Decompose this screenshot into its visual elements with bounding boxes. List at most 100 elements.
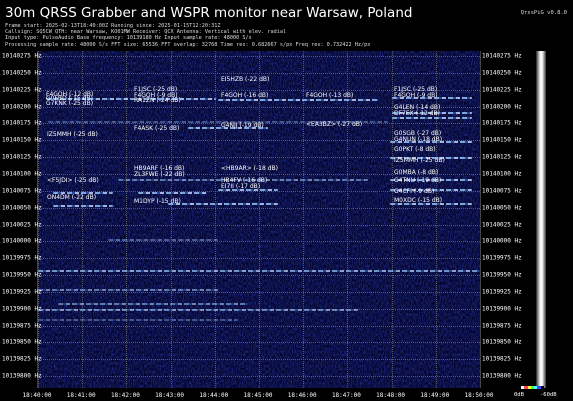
y-tick-label-left: 10140225 Hz [2,86,42,94]
x-tick-label: 18:46:00 [287,392,317,399]
grid-line-vertical [391,51,393,388]
y-tick-label-right: 10140000 Hz [482,237,522,245]
y-tick-label-right: 10140150 Hz [482,136,522,144]
info-block: Frame start: 2025-02-13T18:40:00Z Runnin… [5,23,370,48]
y-tick-label-right: 10140025 Hz [482,221,522,228]
y-tick-label-left: 10140175 Hz [2,119,42,127]
signal-label: DF7EX (-12 dB) [394,110,441,117]
y-tick-label-left: 10139800 Hz [2,372,42,380]
grid-line-vertical [259,51,260,388]
signal-label: G0PKT (-8 dB) [394,146,436,153]
y-tick-label-left: 10139925 Hz [2,288,42,296]
y-tick-label-left: 10140250 Hz [2,69,42,77]
y-tick-label-right: 10140275 Hz [482,52,522,60]
signal-label: F4GOH (-9 dB) [394,92,438,99]
x-tick-label: 18:47:00 [331,392,361,399]
y-tick-label-right: 10140075 Hz [482,187,522,195]
y-tick-label-left: 10139825 Hz [2,355,42,363]
signal-trace [38,319,238,321]
y-tick-label-left: 10140100 Hz [2,170,42,178]
y-tick-label-right: 10139850 Hz [482,338,522,346]
signal-trace [38,270,480,272]
scale-left-label: 0dB [514,392,524,398]
x-tick-label: 18:49:00 [420,392,450,399]
y-tick-label-left: 10140200 Hz [2,103,42,111]
y-tick-label-right: 10140250 Hz [482,69,522,77]
y-tick-label-right: 10139875 Hz [482,322,522,330]
signal-label: <EA3BZ> (-27 dB) [306,121,363,128]
signal-label: ON4DM (-22 dB) [47,194,97,201]
y-tick-label-left: 10139850 Hz [2,338,42,346]
signal-label: G0MBA (-8 dB) [394,169,439,176]
y-tick-label-left: 10140000 Hz [2,237,42,245]
signal-label: M1DYP (-15 dB) [134,198,181,205]
version-label: QrssPiG v0.8.0 [520,10,567,16]
signal-label: ZL3FWE (-22 dB) [134,171,185,178]
grid-line-vertical [126,51,128,388]
y-tick-label-right: 10139925 Hz [482,288,522,296]
signal-label: <HB9AR> (-18 dB) [221,165,278,172]
y-tick-label-left: 10139900 Hz [2,305,42,313]
y-tick-label-left: 10140125 Hz [2,153,42,161]
signal-trace [108,239,218,241]
signal-label: M0XDC (-15 dB) [394,197,443,204]
y-tick-label-left: 10139875 Hz [2,322,42,330]
x-tick-label: 18:50:00 [464,392,494,399]
signal-label: F4ASK (-25 dB) [134,125,180,132]
x-tick-label: 18:44:00 [199,392,229,399]
y-tick-label-right: 10140200 Hz [482,103,522,111]
y-tick-label-left: 10140075 Hz [2,187,42,195]
signal-label: G4CFI (-9 dB) [394,188,435,195]
scale-right-label: -60dB [540,392,557,398]
signal-trace [53,205,113,207]
signal-label: EI7II (-17 dB) [221,183,261,190]
color-scale-bar [521,386,544,389]
x-tick-label: 18:45:00 [243,392,273,399]
signal-trace [218,99,378,101]
y-tick-label-right: 10139900 Hz [482,305,522,313]
grid-line-vertical [214,51,216,388]
y-tick-label-right: 10139800 Hz [482,372,522,380]
grid-line-vertical [480,51,481,388]
info-line: Processing sample rate: 48000 S/s FFT si… [5,41,371,48]
signal-label: G7KNK (-25 dB) [46,100,94,107]
x-tick-label: 18:43:00 [155,392,185,399]
y-tick-label-right: 10139825 Hz [482,355,522,363]
x-tick-label: 18:40:00 [22,392,52,399]
signal-label: G4NJJ (-19 dB) [221,122,264,129]
page-title: 30m QRSS Grabber and WSPR monitor near W… [5,5,413,21]
signal-trace [38,289,218,291]
signal-trace [392,117,472,119]
signal-label: G4TNU (-19 dB) [394,177,442,184]
y-tick-label-right: 10140125 Hz [482,153,522,161]
y-tick-label-right: 10140225 Hz [482,86,522,94]
x-tick-label: 18:41:00 [66,392,96,399]
y-tick-label-right: 10140175 Hz [482,119,522,127]
grid-line-vertical [435,51,437,388]
signal-label: EI5HZB (-22 dB) [221,76,270,83]
waterfall-plot: F4GOH (-12 dB) G0FBD (-15 dB) G7KNK (-25… [37,51,481,388]
signal-label: IZ5MMH (-25 dB) [47,131,98,138]
signal-trace [58,303,248,305]
signal-trace [138,192,208,194]
signal-label: IZ5MMH (-25 dB) [394,157,445,164]
x-tick-label: 18:42:00 [110,392,140,399]
y-tick-label-right: 10140100 Hz [482,170,522,178]
signal-label: F4GOH (-13 dB) [306,92,354,99]
signal-trace [38,309,358,311]
y-tick-label-right: 10139950 Hz [482,271,522,279]
y-tick-label-left: 10140275 Hz [2,52,42,60]
signal-label: F4GOH (-16 dB) [221,92,269,99]
x-tick-label: 18:48:00 [376,392,406,399]
y-tick-label-left: 10140025 Hz [2,221,42,228]
signal-trace [168,203,278,205]
y-tick-label-left: 10139950 Hz [2,271,42,279]
grid-line-vertical [38,51,39,388]
signal-label: RA1ZN (-24 dB) [134,97,181,104]
grid-line-vertical [347,51,349,388]
signal-label: G4NUN (-18 dB) [394,136,443,143]
y-tick-label-right: 10139975 Hz [482,254,522,262]
grid-line-vertical [303,51,305,388]
y-tick-label-left: 10139975 Hz [2,254,42,262]
y-tick-label-left: 10140150 Hz [2,136,42,144]
